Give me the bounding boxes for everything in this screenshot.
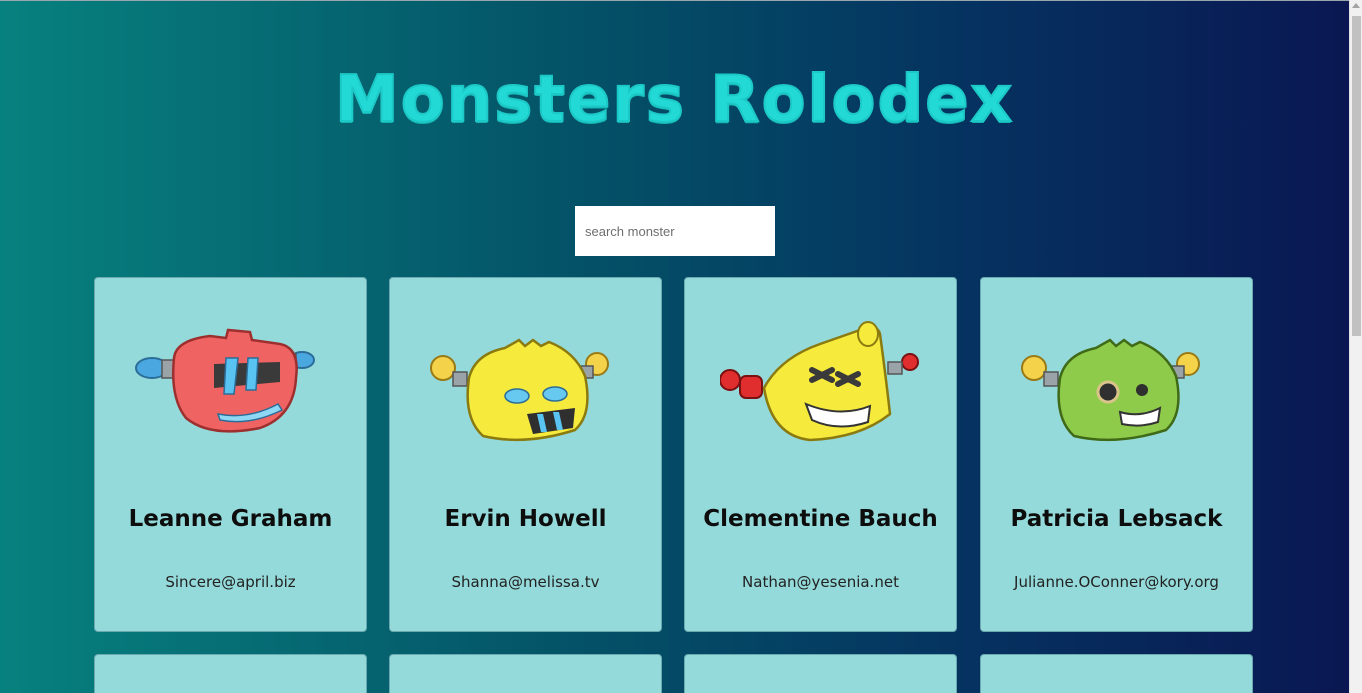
monster-email: Sincere@april.biz xyxy=(165,573,296,591)
page-background: Monsters Rolodex Leanne Graham Sincere@a… xyxy=(0,0,1349,693)
monster-email: Julianne.OConner@kory.org xyxy=(1014,573,1219,591)
scroll-up-arrow-icon[interactable] xyxy=(1352,3,1360,8)
monster-card[interactable] xyxy=(94,654,367,693)
monster-name: Ervin Howell xyxy=(444,506,607,532)
green-robot-icon xyxy=(1021,338,1200,442)
monster-name: Clementine Bauch xyxy=(703,506,938,532)
monster-card[interactable]: Ervin Howell Shanna@melissa.tv xyxy=(389,277,662,632)
monster-email: Nathan@yesenia.net xyxy=(742,573,899,591)
monster-card[interactable] xyxy=(980,654,1253,693)
monster-card[interactable]: Leanne Graham Sincere@april.biz xyxy=(94,277,367,632)
scroll-thumb[interactable] xyxy=(1352,16,1361,336)
monster-card[interactable]: Patricia Lebsack Julianne.OConner@kory.o… xyxy=(980,277,1253,632)
vertical-scrollbar[interactable] xyxy=(1349,0,1362,693)
yellow-robot-icon xyxy=(720,321,919,442)
monster-card[interactable]: Clementine Bauch Nathan@yesenia.net xyxy=(684,277,957,632)
monster-email: Shanna@melissa.tv xyxy=(451,573,600,591)
red-robot-icon xyxy=(135,328,315,433)
monster-card[interactable] xyxy=(389,654,662,693)
monster-card[interactable] xyxy=(684,654,957,693)
page-title: Monsters Rolodex xyxy=(334,62,1014,138)
search-input[interactable] xyxy=(575,206,775,256)
monster-name: Leanne Graham xyxy=(128,506,333,532)
yellow-robot-icon xyxy=(430,338,609,442)
monster-name: Patricia Lebsack xyxy=(1010,506,1223,532)
